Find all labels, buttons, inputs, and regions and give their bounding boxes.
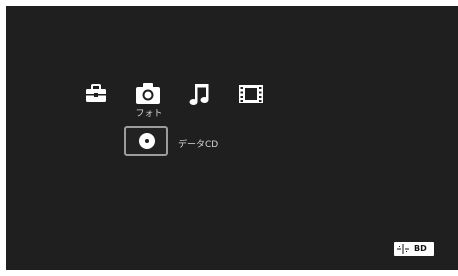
data-cd-label: データCD: [178, 140, 219, 150]
disc-icon: [139, 133, 155, 149]
category-label: フォト: [135, 109, 163, 119]
camera-icon[interactable]: [134, 79, 162, 109]
connection-icon: [397, 244, 409, 254]
bd-text: BD: [414, 244, 427, 253]
film-icon[interactable]: [237, 79, 265, 109]
data-cd-item[interactable]: [124, 126, 168, 156]
xmb-screen: フォト データCD BD: [6, 6, 458, 270]
bd-badge: BD: [394, 242, 434, 256]
toolbox-icon[interactable]: [82, 79, 110, 109]
music-note-icon[interactable]: [187, 79, 215, 109]
